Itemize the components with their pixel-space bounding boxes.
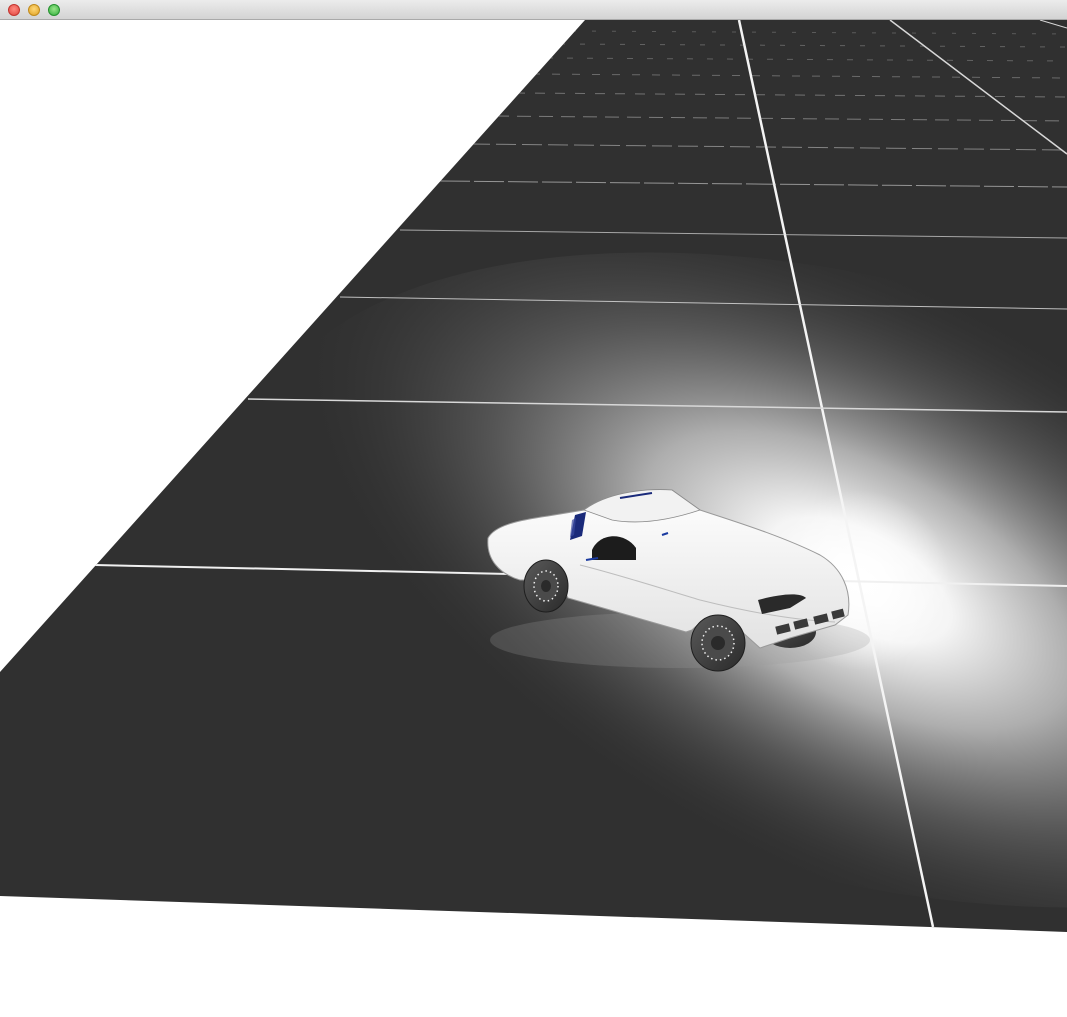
minimize-button[interactable] [28, 4, 40, 16]
app-window [0, 0, 1067, 1017]
close-button[interactable] [8, 4, 20, 16]
rear-left-wheel [690, 614, 746, 672]
front-left-wheel [523, 559, 569, 613]
3d-viewport[interactable] [0, 20, 1067, 1017]
title-bar[interactable] [0, 0, 1067, 20]
zoom-button[interactable] [48, 4, 60, 16]
